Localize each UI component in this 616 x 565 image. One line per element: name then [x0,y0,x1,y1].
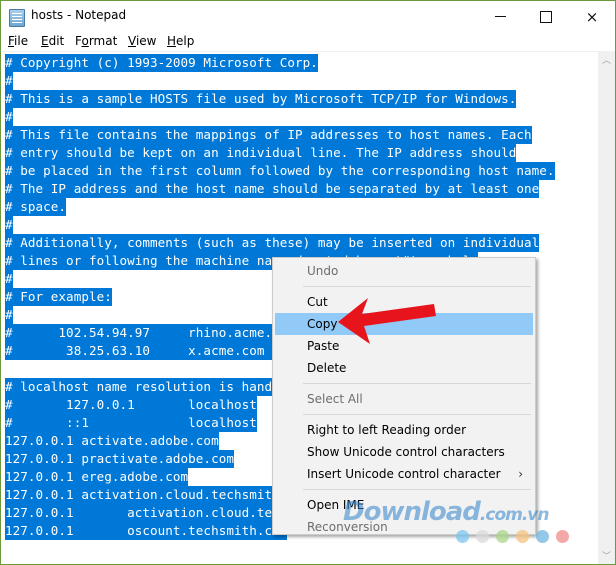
menu-file[interactable]: File [8,34,28,48]
menu-help[interactable]: Help [167,34,194,48]
text-line: 127.0.0.1 activation.cloud.techsmith.com [5,486,311,504]
submenu-chevron-icon: › [518,467,523,481]
watermark-logo: Download.com.vn [343,497,550,527]
maximize-icon [540,10,552,23]
text-line: # [5,306,13,324]
scroll-down-icon[interactable]: ﹀ [598,547,615,564]
watermark-text: Download [343,497,481,527]
context-menu-item-show-unicode-control-characters[interactable]: Show Unicode control characters [275,441,533,463]
close-button[interactable]: × [569,1,615,32]
text-line: # [5,72,13,90]
text-line: # This file contains the mappings of IP … [5,126,532,144]
text-line: # Copyright (c) 1993-2009 Microsoft Corp… [5,54,318,72]
context-menu-item-right-to-left-reading-order[interactable]: Right to left Reading order [275,419,533,441]
watermark-dot [536,530,549,543]
notepad-icon [9,9,25,27]
menu-help-label: elp [176,34,195,48]
watermark-dot [516,530,529,543]
text-line: # This is a sample HOSTS file used by Mi… [5,90,517,108]
menu-separator [303,286,531,287]
minimize-button[interactable] [477,1,523,32]
menu-view-label: iew [135,34,157,48]
watermark-dot [456,530,469,543]
menu-format-mnemonic: o [81,34,89,48]
menu-separator [303,489,531,490]
menu-item-label: Undo [307,264,339,278]
text-line: # The IP address and the host name shoul… [5,180,540,198]
title-bar[interactable]: hosts - Notepad × [1,1,615,32]
menu-item-label: Right to left Reading order [307,423,467,437]
text-line: # ::1 localhost [5,414,257,432]
text-line: # [5,108,13,126]
menu-view[interactable]: View [128,34,156,48]
menu-format[interactable]: Format [75,34,117,48]
close-icon: × [585,7,599,26]
text-line: # be placed in the first column followed… [5,162,555,180]
menu-file-label: ile [14,34,29,48]
menu-format-label: rmat [88,34,118,48]
menu-item-label: Select All [307,392,363,406]
menu-item-label: Delete [307,361,347,375]
text-line: 127.0.0.1 activate.adobe.com [5,432,219,450]
text-line: 127.0.0.1 practivate.adobe.com [5,450,234,468]
menu-item-label: Show Unicode control characters [307,445,505,459]
menu-edit-label: dit [48,34,65,48]
window-title: hosts - Notepad [31,8,127,22]
text-line: # [5,270,13,288]
context-menu-item-insert-unicode-control-character[interactable]: Insert Unicode control character › [275,463,533,485]
minimize-icon [494,16,506,17]
watermark-dot [556,530,569,543]
watermark-dots [456,530,569,543]
menu-edit-mnemonic: E [41,34,49,48]
watermark-suffix: .com.vn [479,505,550,525]
context-menu-item-delete[interactable]: Delete [275,357,533,379]
menu-edit[interactable]: Edit [41,34,64,48]
text-line: # space. [5,198,67,216]
text-line: # 127.0.0.1 localhost [5,396,257,414]
vertical-scrollbar[interactable]: ︿ ﹀ [598,51,615,564]
red-arrow-annotation [338,298,436,344]
watermark-dot [476,530,489,543]
menu-item-label: Insert Unicode control character [307,467,501,481]
scroll-up-icon[interactable]: ︿ [598,51,615,68]
text-line: # entry should be kept on an individual … [5,144,517,162]
context-menu-item-select-all[interactable]: Select All [275,388,533,410]
text-line: # For example: [5,288,112,306]
maximize-button[interactable] [523,1,569,32]
arrow-shape [338,298,436,344]
text-line: # Additionally, comments (such as these)… [5,234,540,252]
watermark-dot [496,530,509,543]
menu-view-mnemonic: V [128,34,136,48]
text-line: # [5,216,13,234]
menu-item-label: Cut [307,295,328,309]
menu-bar: File Edit Format View Help [1,32,615,51]
context-menu-item-undo[interactable]: Undo [275,260,533,282]
menu-separator [303,383,531,384]
text-line: 127.0.0.1 oscount.techsmith.com [5,522,288,540]
menu-help-mnemonic: H [167,34,177,48]
text-line: 127.0.0.1 ereg.adobe.com [5,468,189,486]
menu-separator [303,414,531,415]
